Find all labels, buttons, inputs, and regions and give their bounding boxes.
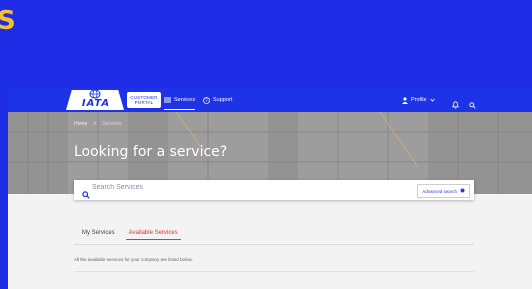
page-title: Looking for a service? (74, 144, 228, 160)
breadcrumb-home[interactable]: Home (74, 121, 87, 127)
tab-divider (74, 244, 474, 245)
service-search-bar: Advanced search (74, 180, 474, 200)
slide-heading-fragment: S (0, 6, 16, 36)
nav-services[interactable]: Services (164, 88, 196, 112)
breadcrumb: Home > Services (74, 121, 121, 127)
logo-text: IATA (81, 98, 111, 109)
tab-available-services[interactable]: Available Services (125, 230, 181, 240)
breadcrumb-current: Services (102, 121, 122, 127)
tab-my-services[interactable]: My Services (82, 230, 115, 240)
customer-portal-label: CUSTOMER PORTAL (127, 92, 161, 108)
nav-services-label: Services (174, 97, 196, 103)
services-icon (164, 97, 171, 103)
browser-screen: IATA CUSTOMER PORTAL Services ? Support … (8, 88, 532, 289)
search-icon (82, 186, 90, 204)
nav-profile[interactable]: Profile (402, 88, 435, 112)
portal-line-2: PORTAL (134, 100, 154, 105)
nav-support-label: Support (213, 97, 233, 103)
available-services-info: All the available services for your comp… (74, 257, 193, 262)
advanced-search-button[interactable]: Advanced search (417, 184, 470, 198)
toggle-icon (460, 188, 465, 194)
search-services-input[interactable] (92, 184, 292, 191)
iata-logo-badge: IATA (66, 90, 124, 110)
section-divider (74, 271, 474, 272)
support-icon: ? (203, 96, 210, 104)
services-content: My Services Available Services All the a… (8, 194, 532, 289)
top-navigation-bar: IATA CUSTOMER PORTAL Services ? Support … (8, 88, 532, 112)
breadcrumb-separator: > (93, 121, 97, 127)
nav-profile-label: Profile (411, 97, 427, 103)
person-icon (402, 96, 408, 104)
advanced-search-label: Advanced search (422, 188, 457, 194)
chevron-down-icon (429, 98, 435, 102)
iata-logo[interactable]: IATA CUSTOMER PORTAL (66, 90, 161, 110)
services-tabs: My Services Available Services (82, 230, 181, 240)
nav-support[interactable]: ? Support (203, 88, 232, 112)
